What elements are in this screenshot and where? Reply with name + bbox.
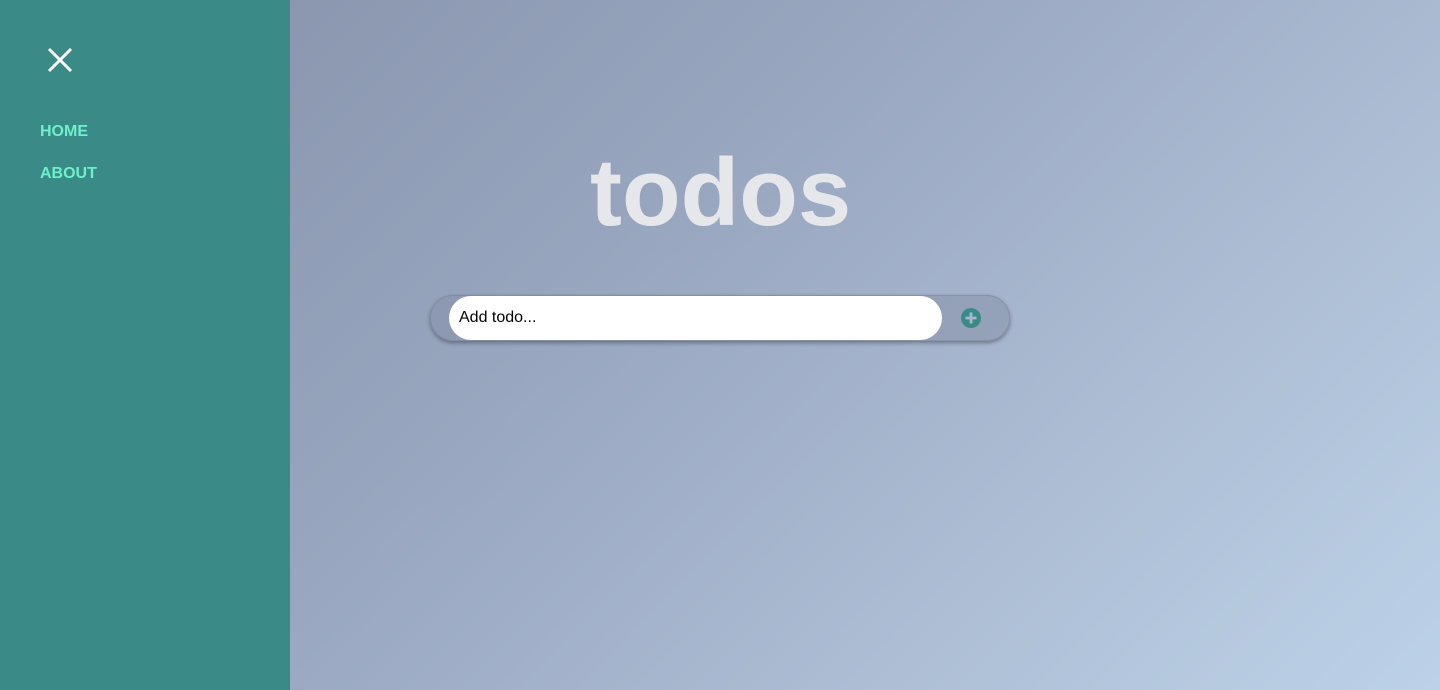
nav-item-about[interactable]: ABOUT [40, 164, 97, 184]
close-menu-button[interactable] [44, 44, 76, 76]
page-title-wrap: todos [590, 138, 852, 248]
close-icon [47, 47, 73, 73]
nav-item-home[interactable]: HOME [40, 122, 97, 142]
add-todo-button[interactable] [960, 307, 982, 329]
add-todo-input[interactable] [449, 296, 942, 340]
page-title: todos [590, 139, 852, 246]
main-content: todos [290, 0, 1440, 690]
sidebar-nav: HOME ABOUT [40, 122, 97, 206]
plus-circle-icon [961, 308, 981, 328]
add-todo-form [430, 295, 1010, 341]
sidebar: HOME ABOUT [0, 0, 290, 690]
